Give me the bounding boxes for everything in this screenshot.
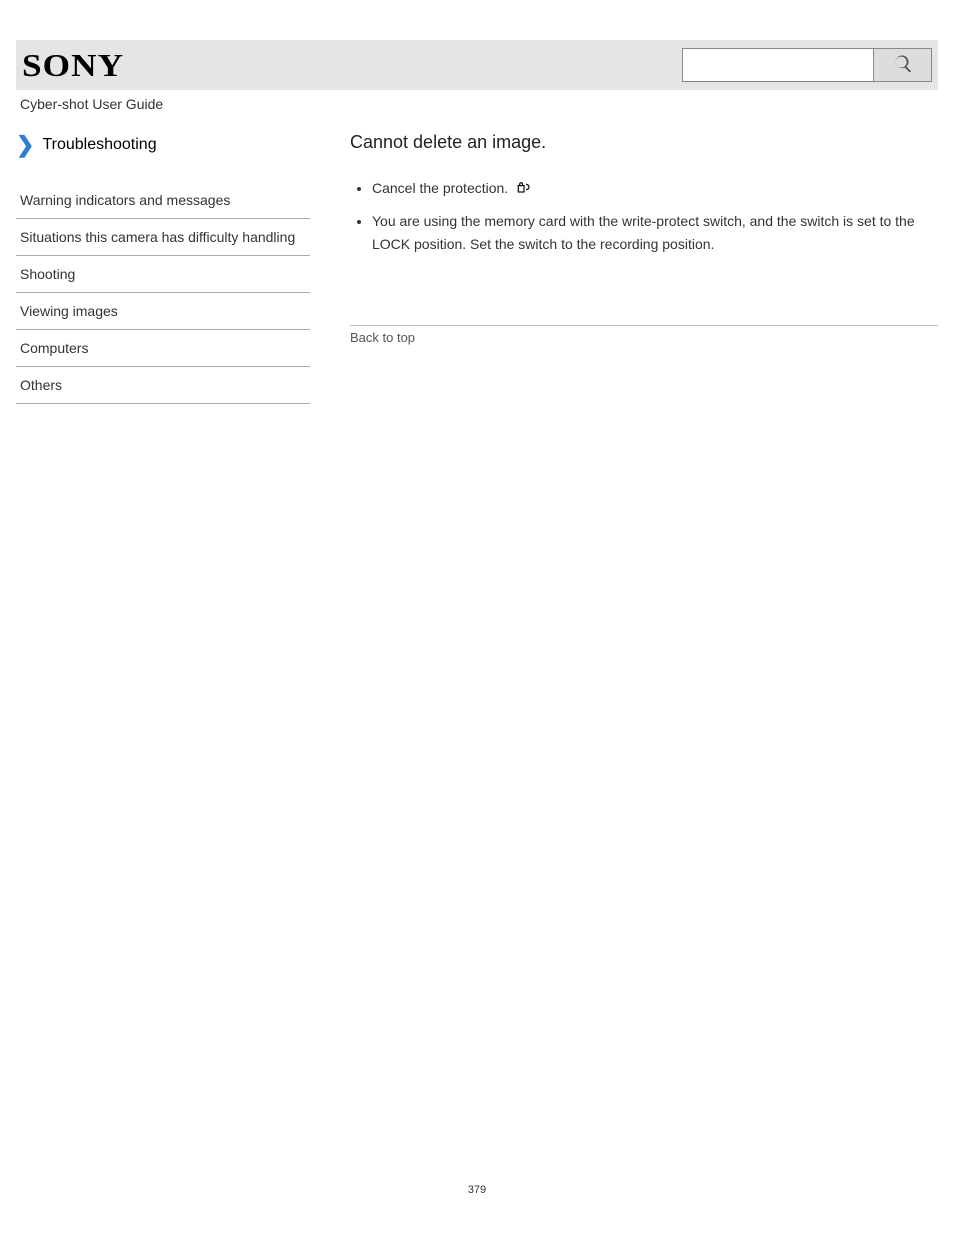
nav-item-others[interactable]: Others (16, 367, 310, 404)
nav-item-viewing-images[interactable]: Viewing images (16, 293, 310, 330)
content-divider (350, 325, 938, 326)
content-list: Cancel the protection. You are using the… (350, 177, 938, 255)
nav-item-situations-difficulty[interactable]: Situations this camera has difficulty ha… (16, 219, 310, 256)
main-content: Cannot delete an image. Cancel the prote… (310, 132, 938, 345)
search-button[interactable] (873, 49, 931, 81)
user-guide-label: Cyber-shot User Guide (20, 96, 938, 112)
nav-item-computers[interactable]: Computers (16, 330, 310, 367)
sony-logo: SONY (22, 47, 124, 84)
content-bullet-1: Cancel the protection. (372, 177, 938, 200)
nav-item-shooting[interactable]: Shooting (16, 256, 310, 293)
nav-item-warning-indicators[interactable]: Warning indicators and messages (16, 182, 310, 219)
search-container (682, 48, 932, 82)
troubleshooting-title: Troubleshooting (42, 136, 156, 154)
section-title: Cannot delete an image. (350, 132, 938, 153)
header-bar: SONY (16, 40, 938, 90)
back-to-top-link[interactable]: Back to top (350, 330, 938, 345)
chevron-right-icon: ❯ (16, 132, 34, 158)
bullet-2-text: You are using the memory card with the w… (372, 213, 915, 251)
page-number: 379 (16, 1184, 938, 1226)
nav-list: Warning indicators and messages Situatio… (16, 182, 310, 404)
search-icon (892, 53, 914, 78)
content-bullet-2: You are using the memory card with the w… (372, 210, 938, 255)
protect-lock-icon (514, 178, 534, 200)
sidebar: ❯ Troubleshooting Warning indicators and… (16, 132, 310, 404)
bullet-1-text-pre: Cancel the protection. (372, 180, 512, 196)
troubleshooting-heading: ❯ Troubleshooting (16, 132, 310, 158)
search-input[interactable] (683, 49, 873, 81)
